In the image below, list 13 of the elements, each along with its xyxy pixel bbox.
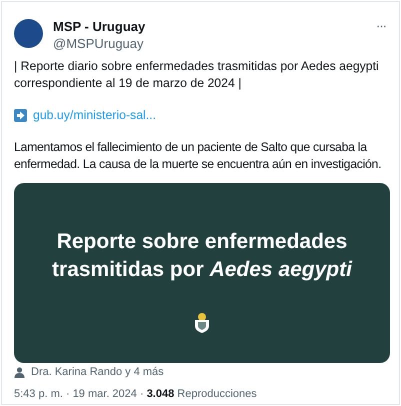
tweet-text: | Reporte diario sobre enfermedades trasmitidas por Aedes aegypti correspondiente al 19 de marzo de 2024 | (14, 58, 380, 92)
author-name[interactable]: MSP - Uruguay (53, 18, 362, 35)
arrow-icon (14, 108, 27, 122)
person-icon (14, 366, 25, 378)
tweet-meta: 5:43 p. m. · 19 mar. 2024 · 3.048 Reproducciones (14, 388, 258, 400)
tweet-paragraph: Lamentamos el fallecimiento de un paciente de Salto que cursaba la enfermedad. La causa de la muerte se encuentra aún en investigación. (14, 139, 382, 173)
media-title: Reporte sobre enfermedades trasmitidas por Aedes aegypti (51, 229, 354, 283)
more-button[interactable]: ··· (372, 18, 390, 33)
tagged-people[interactable]: Dra. Karina Rando y 4 más (31, 366, 164, 378)
media-card[interactable]: Reporte sobre enfermedades trasmitidas por Aedes aegypti (14, 183, 390, 363)
emblem-icon (192, 312, 212, 334)
author-handle[interactable]: @MSPUruguay (53, 35, 362, 52)
avatar[interactable] (14, 19, 43, 48)
